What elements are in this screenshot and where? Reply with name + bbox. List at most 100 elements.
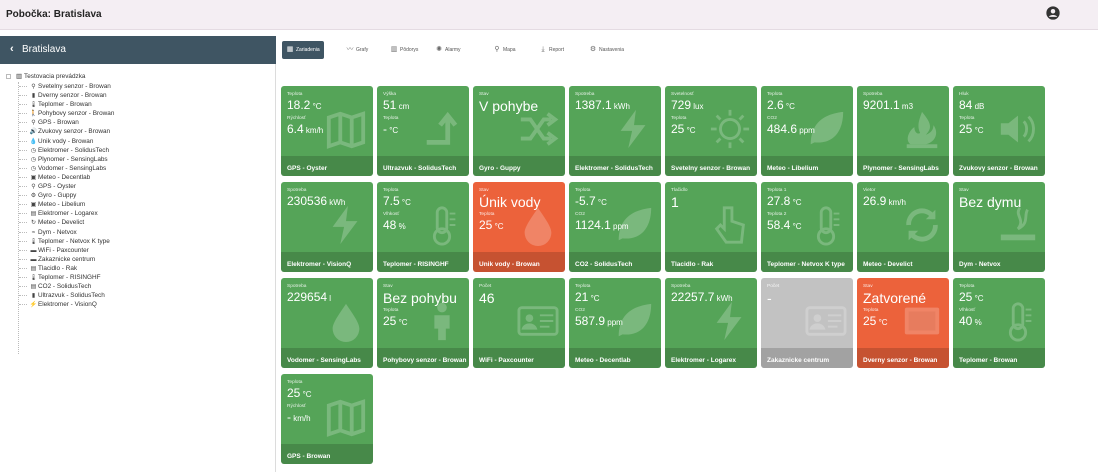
- device-tile[interactable]: Vietor 26.9 km/h Meteo - Develict: [857, 182, 949, 272]
- device-name: Meteo - Develict: [863, 260, 913, 268]
- tab-zariadenia[interactable]: ▦ Zariadenia: [282, 41, 324, 59]
- device-tile[interactable]: Počet - Zakaznicke centrum: [761, 278, 853, 368]
- tree-item[interactable]: ◷ Elektromer - SolidusTech: [6, 146, 271, 155]
- device-tile[interactable]: Spotreba 229654 l Vodomer - SensingLabs: [281, 278, 373, 368]
- thermometer-icon: [1008, 302, 1032, 342]
- tree-root-label: Testovacia prevádzka: [24, 73, 86, 80]
- tree-item[interactable]: 🌡Teplomer - Browan: [6, 100, 271, 109]
- tree-connector: [19, 140, 27, 142]
- tree-item[interactable]: 💧Unik vody - Browan: [6, 137, 271, 146]
- device-tile[interactable]: Teplota 21 °C CO2 587.9 ppm Meteo - Decentla…: [569, 278, 661, 368]
- device-name: Vodomer - SensingLabs: [287, 356, 361, 364]
- arrow-up-icon: [426, 111, 458, 145]
- bolt-icon: [716, 301, 742, 341]
- tree-item[interactable]: ↻ Meteo - Develict: [6, 218, 271, 227]
- tree-item[interactable]: ▬ WiFi - Paxcounter: [6, 246, 271, 255]
- tree-item[interactable]: ≈ Dym - Netvox: [6, 228, 271, 237]
- tree-item[interactable]: ▬ Zakaznicke centrum: [6, 255, 271, 264]
- device-tile[interactable]: Spotreba 1387.1 kWh Elektromer - SolidusTe…: [569, 86, 661, 176]
- tree-item-label: Unik vody - Browan: [38, 137, 94, 145]
- tab-label: Report: [549, 47, 565, 53]
- tree-item[interactable]: ▣ Meteo - Libelium: [6, 200, 271, 209]
- metric-label: Tlačidlo: [671, 188, 688, 193]
- metric-value: 58.4 °C: [767, 219, 802, 233]
- tree-item[interactable]: ⚙ Gyro - Guppy: [6, 191, 271, 200]
- tree-item[interactable]: ◷ Vodomer - SensingLabs: [6, 164, 271, 173]
- id-card-icon: [517, 306, 559, 336]
- tree-item[interactable]: ▮ Ultrazvuk - SolidusTech: [6, 291, 271, 300]
- tree-item[interactable]: ▣ Meteo - Decentlab: [6, 173, 271, 182]
- device-tile[interactable]: Teplota -5.7 °C CO2 1124.1 ppm CO2 - Solidus…: [569, 182, 661, 272]
- metric-value: 18.2 °C: [287, 99, 322, 113]
- tree-item[interactable]: ▤ Elektromer - Logarex: [6, 209, 271, 218]
- device-tile[interactable]: Spotreba 22257.7 kWh Elektromer - Logarex: [665, 278, 757, 368]
- metric-label: Stav: [959, 188, 969, 193]
- metric-unit: kWh: [714, 294, 733, 303]
- tree-connector: [19, 131, 27, 133]
- device-tile[interactable]: Tlačidlo 1 Tlacidlo - Rak: [665, 182, 757, 272]
- tree-item[interactable]: ⚲ GPS - Oyster: [6, 182, 271, 191]
- device-tile[interactable]: Hluk 84 dB Teplota 25 °C Zvukovy senzor - Br…: [953, 86, 1045, 176]
- tab-nastavenia[interactable]: ⚙ Nastavenia: [589, 41, 624, 59]
- device-tile[interactable]: Stav Bez dymu Dym - Netvox: [953, 182, 1045, 272]
- metric-value: 7.5 °C: [383, 195, 411, 209]
- map-icon: [326, 399, 366, 437]
- metric-unit: dB: [972, 102, 985, 111]
- device-tile[interactable]: Teplota 18.2 °C Rýchlosť 6.4 km/h GPS - Oyst…: [281, 86, 373, 176]
- device-tile[interactable]: Počet 46 WiFi - Paxcounter: [473, 278, 565, 368]
- tab-pôdorys[interactable]: ▥ Pôdorys: [390, 41, 419, 59]
- device-tile[interactable]: Spotreba 230536 kWh Elektromer - VisionQ: [281, 182, 373, 272]
- collapse-icon[interactable]: [6, 74, 11, 79]
- tab-mapa[interactable]: ⚲ Mapa: [493, 41, 515, 59]
- metric-label: CO2: [575, 212, 585, 217]
- device-tile[interactable]: Teplota 25 °C Rýchlosť - km/h GPS - Browan: [281, 374, 373, 464]
- tree-item-label: Elektromer - Logarex: [38, 210, 98, 218]
- device-name: GPS - Browan: [287, 452, 331, 460]
- tree-root[interactable]: ▥ Testovacia prevádzka: [6, 72, 271, 82]
- metric-number: Zatvorené: [863, 290, 927, 306]
- device-tile[interactable]: Teplota 7.5 °C Vlhkosť 48 % Teplomer - RISIN…: [377, 182, 469, 272]
- chart-icon: 〰: [346, 46, 354, 53]
- tree-item[interactable]: 🔊Zvukovy senzor - Browan: [6, 127, 271, 136]
- device-tile[interactable]: Teplota 1 27.8 °C Teplota 2 58.4 °C Teplomer…: [761, 182, 853, 272]
- tree-item-label: GPS - Browan: [38, 119, 79, 127]
- tree-item[interactable]: ▮ Dverny senzor - Browan: [6, 91, 271, 100]
- tree-connector: [19, 122, 27, 124]
- device-tile[interactable]: Teplota 2.6 °C CO2 484.6 ppm Meteo - Libeliu…: [761, 86, 853, 176]
- metric-label: Spotreba: [287, 188, 307, 193]
- device-tile[interactable]: Výška 51 cm Teplota - °C Ultrazvuk - Solidus…: [377, 86, 469, 176]
- chevron-left-icon[interactable]: ‹: [10, 43, 14, 55]
- tab-grafy[interactable]: 〰 Grafy: [346, 41, 369, 59]
- device-tile[interactable]: Spotreba 9201.1 m3 Plynomer - SensingLabs: [857, 86, 949, 176]
- device-tile[interactable]: Stav Bez pohybu Teplota 25 °C Pohybovy senzo…: [377, 278, 469, 368]
- tree-connector: [19, 295, 27, 297]
- device-tile[interactable]: Stav Únik vody Teplota 25 °C Unik vody - Bro…: [473, 182, 565, 272]
- tree-item[interactable]: ▤ CO2 - SolidusTech: [6, 282, 271, 291]
- person-icon: [434, 302, 450, 341]
- device-tile[interactable]: Stav V pohybe Gyro - Guppy: [473, 86, 565, 176]
- tree-item[interactable]: 🚶Pohybovy senzor - Browan: [6, 109, 271, 118]
- tree-item[interactable]: 🌡Teplomer - RISINGHF: [6, 273, 271, 282]
- device-tile[interactable]: Svetelnosť 729 lux Teplota 25 °C Svetelny se…: [665, 86, 757, 176]
- tree-item[interactable]: ⚡Elektromer - VisionQ: [6, 300, 271, 309]
- device-tile[interactable]: Teplota 25 °C Vlhkosť 40 % Teplomer - Browan: [953, 278, 1045, 368]
- metric-number: 9201.1: [863, 98, 900, 112]
- tab-alarmy[interactable]: ✺ Alarmy: [435, 41, 461, 59]
- device-name: Elektromer - VisionQ: [287, 260, 352, 268]
- metric-label: Vlhkosť: [959, 308, 976, 313]
- tree-item[interactable]: 🌡Teplomer - Netvox K type: [6, 237, 271, 246]
- device-tile[interactable]: Stav Zatvorené Teplota 25 °C Dverny senzor -…: [857, 278, 949, 368]
- tree-item[interactable]: ▤ Tlacidlo - Rak: [6, 264, 271, 273]
- metric-value: 1387.1 kWh: [575, 99, 630, 113]
- tree-item[interactable]: ⚲ Svetelny senzor - Browan: [6, 82, 271, 91]
- user-icon[interactable]: [1046, 6, 1060, 20]
- tree-item-label: Meteo - Decentlab: [38, 173, 91, 181]
- metric-value: - °C: [383, 123, 398, 137]
- metric-number: 230536: [287, 194, 328, 208]
- metric-value: 25 °C: [671, 123, 696, 137]
- building-icon: ▥: [16, 73, 23, 80]
- tab-report[interactable]: ⤓ Report: [539, 41, 564, 59]
- tree-item[interactable]: ⚲ GPS - Browan: [6, 118, 271, 127]
- tree-item[interactable]: ◷ Plynomer - SensingLabs: [6, 155, 271, 164]
- sidebar-header[interactable]: ‹ Bratislava: [0, 36, 276, 64]
